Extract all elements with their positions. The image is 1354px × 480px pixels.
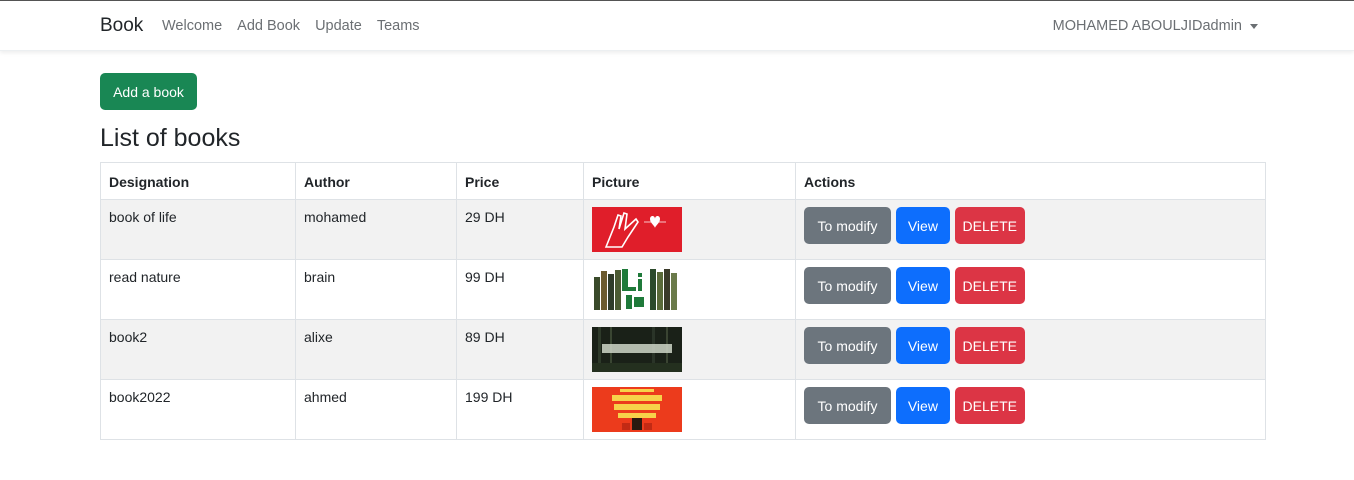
cell-author: mohamed xyxy=(295,199,457,260)
table-row: book of life mohamed 29 DH To modify Vie… xyxy=(100,199,1266,260)
table-row: book2 alixe 89 DH To modify View DELETE xyxy=(100,319,1266,380)
modify-button[interactable]: To modify xyxy=(804,207,891,244)
header-author: Author xyxy=(295,162,457,200)
modify-button[interactable]: To modify xyxy=(804,267,891,304)
cell-designation: book2 xyxy=(100,319,296,380)
header-designation: Designation xyxy=(100,162,296,200)
cell-price: 199 DH xyxy=(456,379,584,440)
cell-author: brain xyxy=(295,259,457,320)
view-button[interactable]: View xyxy=(895,387,950,424)
books-table: Designation Author Price Picture Actions… xyxy=(100,162,1266,440)
nav-links: Welcome Add Book Update Teams xyxy=(162,18,420,34)
nav-link-welcome[interactable]: Welcome xyxy=(162,18,222,34)
header-picture: Picture xyxy=(583,162,796,200)
cell-picture xyxy=(583,199,796,260)
header-actions: Actions xyxy=(795,162,1266,200)
cell-designation: book2022 xyxy=(100,379,296,440)
cell-author: ahmed xyxy=(295,379,457,440)
table-header-row: Designation Author Price Picture Actions xyxy=(100,162,1266,200)
modify-button[interactable]: To modify xyxy=(804,387,891,424)
cell-picture xyxy=(583,379,796,440)
nav-link-update[interactable]: Update xyxy=(315,18,362,34)
book-cover-image xyxy=(592,327,682,372)
header-price: Price xyxy=(456,162,584,200)
modify-button[interactable]: To modify xyxy=(804,327,891,364)
cell-actions: To modify View DELETE xyxy=(795,259,1266,320)
cell-price: 99 DH xyxy=(456,259,584,320)
book-cover-image xyxy=(592,267,682,312)
book-cover-image xyxy=(592,207,682,252)
caret-down-icon xyxy=(1250,23,1258,29)
nav-link-teams[interactable]: Teams xyxy=(377,18,420,34)
user-name: MOHAMED ABOULJIDadmin xyxy=(1052,18,1242,34)
cell-price: 29 DH xyxy=(456,199,584,260)
cell-picture xyxy=(583,319,796,380)
cell-actions: To modify View DELETE xyxy=(795,199,1266,260)
cell-actions: To modify View DELETE xyxy=(795,319,1266,380)
cell-picture xyxy=(583,259,796,320)
cell-actions: To modify View DELETE xyxy=(795,379,1266,440)
delete-button[interactable]: DELETE xyxy=(954,267,1025,304)
page-title: List of books xyxy=(100,124,241,152)
table-row: book2022 ahmed 199 DH To modify View DEL… xyxy=(100,379,1266,440)
delete-button[interactable]: DELETE xyxy=(954,387,1025,424)
view-button[interactable]: View xyxy=(895,267,950,304)
add-book-button[interactable]: Add a book xyxy=(100,73,197,110)
book-cover-image xyxy=(592,387,682,432)
cell-designation: read nature xyxy=(100,259,296,320)
navbar: Book Welcome Add Book Update Teams MOHAM… xyxy=(0,1,1354,51)
cell-author: alixe xyxy=(295,319,457,380)
user-dropdown[interactable]: MOHAMED ABOULJIDadmin xyxy=(1053,18,1258,34)
table-row: read nature brain 99 DH To modify View D… xyxy=(100,259,1266,320)
view-button[interactable]: View xyxy=(895,207,950,244)
brand-link[interactable]: Book xyxy=(100,15,143,37)
cell-designation: book of life xyxy=(100,199,296,260)
delete-button[interactable]: DELETE xyxy=(954,207,1025,244)
delete-button[interactable]: DELETE xyxy=(954,327,1025,364)
nav-link-add-book[interactable]: Add Book xyxy=(237,18,300,34)
cell-price: 89 DH xyxy=(456,319,584,380)
view-button[interactable]: View xyxy=(895,327,950,364)
